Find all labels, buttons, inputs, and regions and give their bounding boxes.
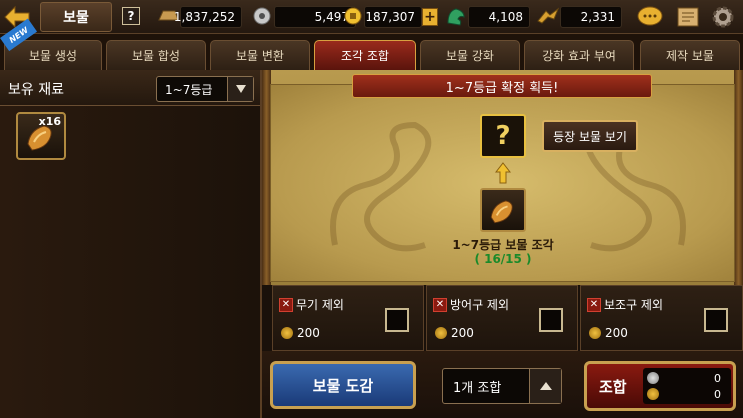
gold-coin-icon — [435, 327, 447, 339]
exclude-armor-option[interactable]: ✕ 방어구 제외 200 — [426, 285, 578, 351]
exclude-x-icon: ✕ — [433, 297, 447, 312]
gold-cost: 0 — [714, 387, 721, 401]
chat-button[interactable] — [636, 5, 664, 29]
treasure-dex-button[interactable]: 보물 도감 — [270, 361, 416, 409]
exclude-label: 보조구 제외 — [604, 298, 664, 312]
gold-coin-icon — [281, 327, 293, 339]
gold-coin-icon — [589, 327, 601, 339]
exclude-label: 무기 제외 — [296, 298, 344, 312]
help-button[interactable]: ? — [122, 7, 140, 25]
dragon-emblem-icon — [536, 4, 560, 28]
gear-icon — [712, 6, 734, 28]
tab-fragment-combine[interactable]: 조각 조합 — [314, 40, 416, 70]
tab-treasure-enhance[interactable]: 보물 강화 — [420, 40, 520, 70]
scroll-rod-right — [734, 70, 743, 285]
grade-filter-select[interactable]: 1~7등급 — [156, 76, 254, 102]
up-arrow-icon — [495, 162, 511, 184]
gold-coin-icon — [647, 388, 659, 400]
jade-dragon-icon — [444, 4, 468, 28]
dropdown-triangle-icon — [227, 77, 253, 101]
result-slot: ? — [480, 114, 526, 158]
show-treasures-button[interactable]: 등장 보물 보기 — [542, 120, 638, 152]
tab-treasure-create[interactable]: 보물 생성 — [4, 40, 102, 70]
combine-label: 조합 — [599, 378, 627, 396]
inventory-title: 보유 재료 — [8, 82, 64, 98]
exclude-weapon-checkbox[interactable] — [385, 308, 409, 332]
dragon-emblem-amount: 2,331 — [560, 6, 622, 28]
item-count: x16 — [38, 115, 61, 128]
guarantee-banner: 1~7등급 확정 획득! — [352, 74, 652, 98]
ingot-amount: 1,837,252 — [174, 6, 242, 28]
gold-coin-icon — [341, 4, 365, 28]
quantity-value: 1개 조합 — [453, 380, 502, 396]
combine-costs: 0 0 — [643, 368, 731, 404]
quantity-select[interactable]: 1개 조합 — [442, 368, 562, 404]
fragment-count: ( 16/15 ) — [474, 252, 532, 266]
chat-icon — [637, 6, 663, 26]
tab-bar: 보물 생성 보물 합성 보물 변환 조각 조합 보물 강화 강화 효과 부여 제… — [0, 34, 743, 70]
page-title: 보물 — [40, 2, 112, 32]
inventory-panel: 보유 재료 1~7등급 x16 — [0, 70, 262, 418]
fragment-slot — [480, 188, 526, 232]
exclude-label: 방어구 제외 — [450, 298, 510, 312]
inventory-header: 보유 재료 1~7등급 — [0, 70, 260, 106]
add-gold-button[interactable]: + — [422, 8, 438, 26]
silver-cost: 0 — [714, 371, 721, 385]
top-bar: 보물 ? 1,837,252 5,497 187,307 + 4,108 2,3… — [0, 0, 743, 34]
tab-treasure-synthesis[interactable]: 보물 합성 — [106, 40, 206, 70]
exclude-x-icon: ✕ — [587, 297, 601, 312]
exclude-cost: 200 — [605, 326, 628, 340]
exclude-cost: 200 — [451, 326, 474, 340]
settings-button[interactable] — [710, 5, 738, 29]
fragment-icon — [490, 200, 513, 224]
combine-button[interactable]: 조합 0 0 — [584, 361, 736, 411]
grade-filter-value: 1~7등급 — [165, 82, 213, 97]
fragment-label: 1~7등급 보물 조각 — [452, 238, 554, 252]
exclude-x-icon: ✕ — [279, 297, 293, 312]
jade-amount: 4,108 — [468, 6, 530, 28]
tab-treasure-convert[interactable]: 보물 변환 — [210, 40, 310, 70]
exclude-cost: 200 — [297, 326, 320, 340]
exclude-accessory-option[interactable]: ✕ 보조구 제외 200 — [580, 285, 743, 351]
combine-scroll-area: 1~7등급 확정 획득! ? 등장 보물 보기 1~7등급 보물 조각 ( 16… — [262, 70, 743, 285]
tab-crafted-treasure[interactable]: 제작 보물 — [640, 40, 740, 70]
silver-coin-icon — [647, 372, 659, 384]
inventory-item[interactable]: x16 — [16, 112, 66, 160]
dropdown-up-triangle-icon — [529, 369, 561, 403]
tab-enhance-effect[interactable]: 강화 효과 부여 — [524, 40, 634, 70]
exclude-accessory-checkbox[interactable] — [704, 308, 728, 332]
exclude-armor-checkbox[interactable] — [539, 308, 563, 332]
map-button[interactable] — [674, 5, 702, 29]
bottom-bar: 보물 도감 1개 조합 조합 0 0 — [262, 351, 743, 418]
exclude-weapon-option[interactable]: ✕ 무기 제외 200 — [272, 285, 424, 351]
scroll-map-icon — [677, 7, 699, 27]
gold-amount: 187,307 — [364, 6, 422, 28]
silver-coin-icon — [250, 4, 274, 28]
